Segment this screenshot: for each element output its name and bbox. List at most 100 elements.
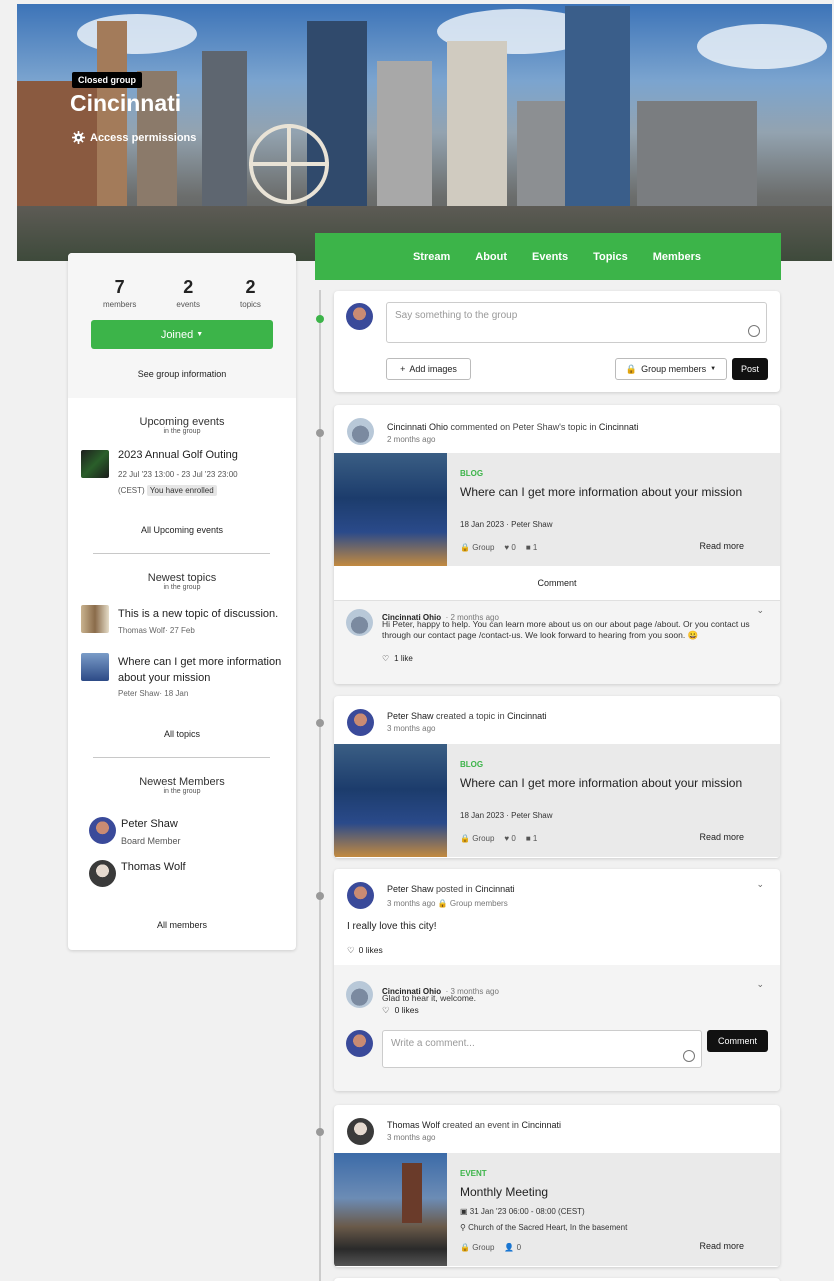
post-button[interactable]: Post xyxy=(732,358,768,380)
avatar[interactable] xyxy=(346,609,373,636)
topic-title-link[interactable]: Where can I get more information about y… xyxy=(118,654,288,686)
actor-link[interactable]: Peter Shaw xyxy=(387,711,434,721)
comment-input[interactable]: Write a comment... xyxy=(382,1030,702,1068)
newest-topics-subheading: in the group xyxy=(163,584,201,591)
access-permissions-link[interactable]: Access permissions xyxy=(72,131,196,144)
plus-icon: + xyxy=(400,364,406,374)
chevron-down-icon[interactable]: ⌄ xyxy=(756,879,764,890)
lock-icon: 🔒 Group xyxy=(460,543,495,552)
avatar[interactable] xyxy=(347,418,374,445)
activity-verb: commented on xyxy=(450,422,511,432)
tab-members[interactable]: Members xyxy=(653,251,701,263)
activity-time: 2 months ago xyxy=(387,435,436,444)
all-members-link[interactable]: All members xyxy=(68,920,296,930)
visibility-dropdown[interactable]: 🔒 Group members ▼ xyxy=(615,358,727,380)
comment-button[interactable]: Comment xyxy=(334,566,780,601)
newest-members-heading: Newest Members xyxy=(139,776,225,788)
read-more-link[interactable]: Read more xyxy=(699,832,744,842)
all-upcoming-events-link[interactable]: All Upcoming events xyxy=(68,525,296,535)
avatar[interactable] xyxy=(89,817,116,844)
avatar[interactable] xyxy=(347,1118,374,1145)
person-icon: 👤 0 xyxy=(504,1243,522,1252)
tab-stream[interactable]: Stream xyxy=(413,251,450,263)
activity-header: Cincinnati Ohio commented on Peter Shaw'… xyxy=(387,422,638,432)
tab-topics[interactable]: Topics xyxy=(593,251,628,263)
add-images-label: Add images xyxy=(409,364,457,374)
comment-like-button[interactable]: ♡ 0 likes xyxy=(382,1005,419,1016)
event-title-link[interactable]: Monthly Meeting xyxy=(460,1185,750,1199)
topic-title-link[interactable]: Where can I get more information about y… xyxy=(460,776,750,790)
content-type-label: BLOG xyxy=(460,469,484,478)
content-type-label: BLOG xyxy=(460,760,484,769)
lock-icon: 🔒 Group xyxy=(460,1243,495,1252)
topic-thumbnail[interactable] xyxy=(81,653,109,681)
event-title-link[interactable]: 2023 Annual Golf Outing xyxy=(118,449,238,461)
chevron-down-icon[interactable]: ⌄ xyxy=(756,979,764,990)
topic-title-link[interactable]: This is a new topic of discussion. xyxy=(118,606,288,622)
see-group-information-link[interactable]: See group information xyxy=(68,369,296,379)
joined-dropdown-button[interactable]: Joined ▼ xyxy=(91,320,273,349)
add-images-button[interactable]: + Add images xyxy=(386,358,471,380)
all-topics-link[interactable]: All topics xyxy=(68,729,296,739)
emoji-icon[interactable] xyxy=(683,1050,695,1062)
group-sidebar: 7 members 2 events 2 topics Joined ▼ See gro… xyxy=(68,253,296,950)
chevron-down-icon[interactable]: ⌄ xyxy=(756,605,764,616)
member-role: Board Member xyxy=(121,836,181,846)
activity-time: 3 months ago xyxy=(387,899,436,908)
activity-target[interactable]: Peter Shaw's topic in xyxy=(513,422,597,432)
avatar[interactable] xyxy=(347,709,374,736)
avatar[interactable] xyxy=(89,860,116,887)
group-hero-banner: Closed group Cincinnati Access permissio… xyxy=(17,4,832,261)
comment-like-button[interactable]: ♡ 1 like xyxy=(382,654,413,663)
member-name-link[interactable]: Thomas Wolf xyxy=(121,861,186,873)
actor-link[interactable]: Cincinnati Ohio xyxy=(387,422,448,432)
group-tab-nav: Stream About Events Topics Members xyxy=(315,233,781,280)
topic-image[interactable] xyxy=(334,453,447,566)
group-link[interactable]: Cincinnati xyxy=(599,422,639,432)
event-date: ▣ 31 Jan '23 06:00 - 08:00 (CEST) xyxy=(460,1207,585,1216)
timeline-dot xyxy=(316,719,324,727)
event-thumbnail[interactable] xyxy=(81,450,109,478)
activity-header: Peter Shaw created a topic in Cincinnati xyxy=(387,711,547,721)
event-teaser[interactable]: EVENT Monthly Meeting ▣ 31 Jan '23 06:00… xyxy=(334,1153,780,1266)
submit-comment-button[interactable]: Comment xyxy=(707,1030,768,1052)
emoji-icon[interactable] xyxy=(748,325,760,337)
topic-title-link[interactable]: Where can I get more information about y… xyxy=(460,485,750,499)
event-image[interactable] xyxy=(334,1153,447,1266)
topic-teaser[interactable]: BLOG Where can I get more information ab… xyxy=(334,453,780,566)
divider xyxy=(93,757,270,758)
group-link[interactable]: Cincinnati xyxy=(521,1120,561,1130)
stream-item-event: Thomas Wolf created an event in Cincinna… xyxy=(334,1105,780,1267)
actor-link[interactable]: Thomas Wolf xyxy=(387,1120,440,1130)
read-more-link[interactable]: Read more xyxy=(699,541,744,551)
heart-outline-icon: ♡ xyxy=(382,654,390,663)
topic-thumbnail[interactable] xyxy=(81,605,109,633)
group-link[interactable]: Cincinnati xyxy=(507,711,547,721)
avatar[interactable] xyxy=(347,882,374,909)
group-link[interactable]: Cincinnati xyxy=(475,884,515,894)
comment-text: Hi Peter, happy to help. You can learn m… xyxy=(382,619,750,640)
post-like-button[interactable]: ♡ 0 likes xyxy=(347,945,383,956)
member-name-link[interactable]: Peter Shaw xyxy=(121,818,178,830)
tab-events[interactable]: Events xyxy=(532,251,568,263)
tab-about[interactable]: About xyxy=(475,251,507,263)
visibility-text: Group xyxy=(472,543,495,552)
read-more-link[interactable]: Read more xyxy=(699,1241,744,1251)
visibility-text: Group xyxy=(472,834,495,843)
actor-link[interactable]: Peter Shaw xyxy=(387,884,434,894)
avatar[interactable] xyxy=(346,981,373,1008)
access-permissions-label: Access permissions xyxy=(90,131,197,144)
topic-image[interactable] xyxy=(334,744,447,857)
comment-like-count: 0 likes xyxy=(394,1005,419,1015)
comment: Cincinnati Ohio · 2 months ago ⌄ Hi Pete… xyxy=(334,601,780,684)
lock-icon: 🔒 Group xyxy=(460,834,495,843)
lock-icon: 🔒 xyxy=(625,363,638,374)
topic-teaser[interactable]: BLOG Where can I get more information ab… xyxy=(334,744,780,857)
stat-value: 7 xyxy=(114,277,125,297)
caret-down-icon: ▼ xyxy=(196,331,204,338)
content-type-label: EVENT xyxy=(460,1169,487,1178)
post-input-placeholder: Say something to the group xyxy=(395,310,518,321)
closed-group-badge: Closed group xyxy=(72,72,142,88)
calendar-icon: ▣ xyxy=(460,1207,468,1216)
post-input[interactable]: Say something to the group xyxy=(386,302,767,343)
